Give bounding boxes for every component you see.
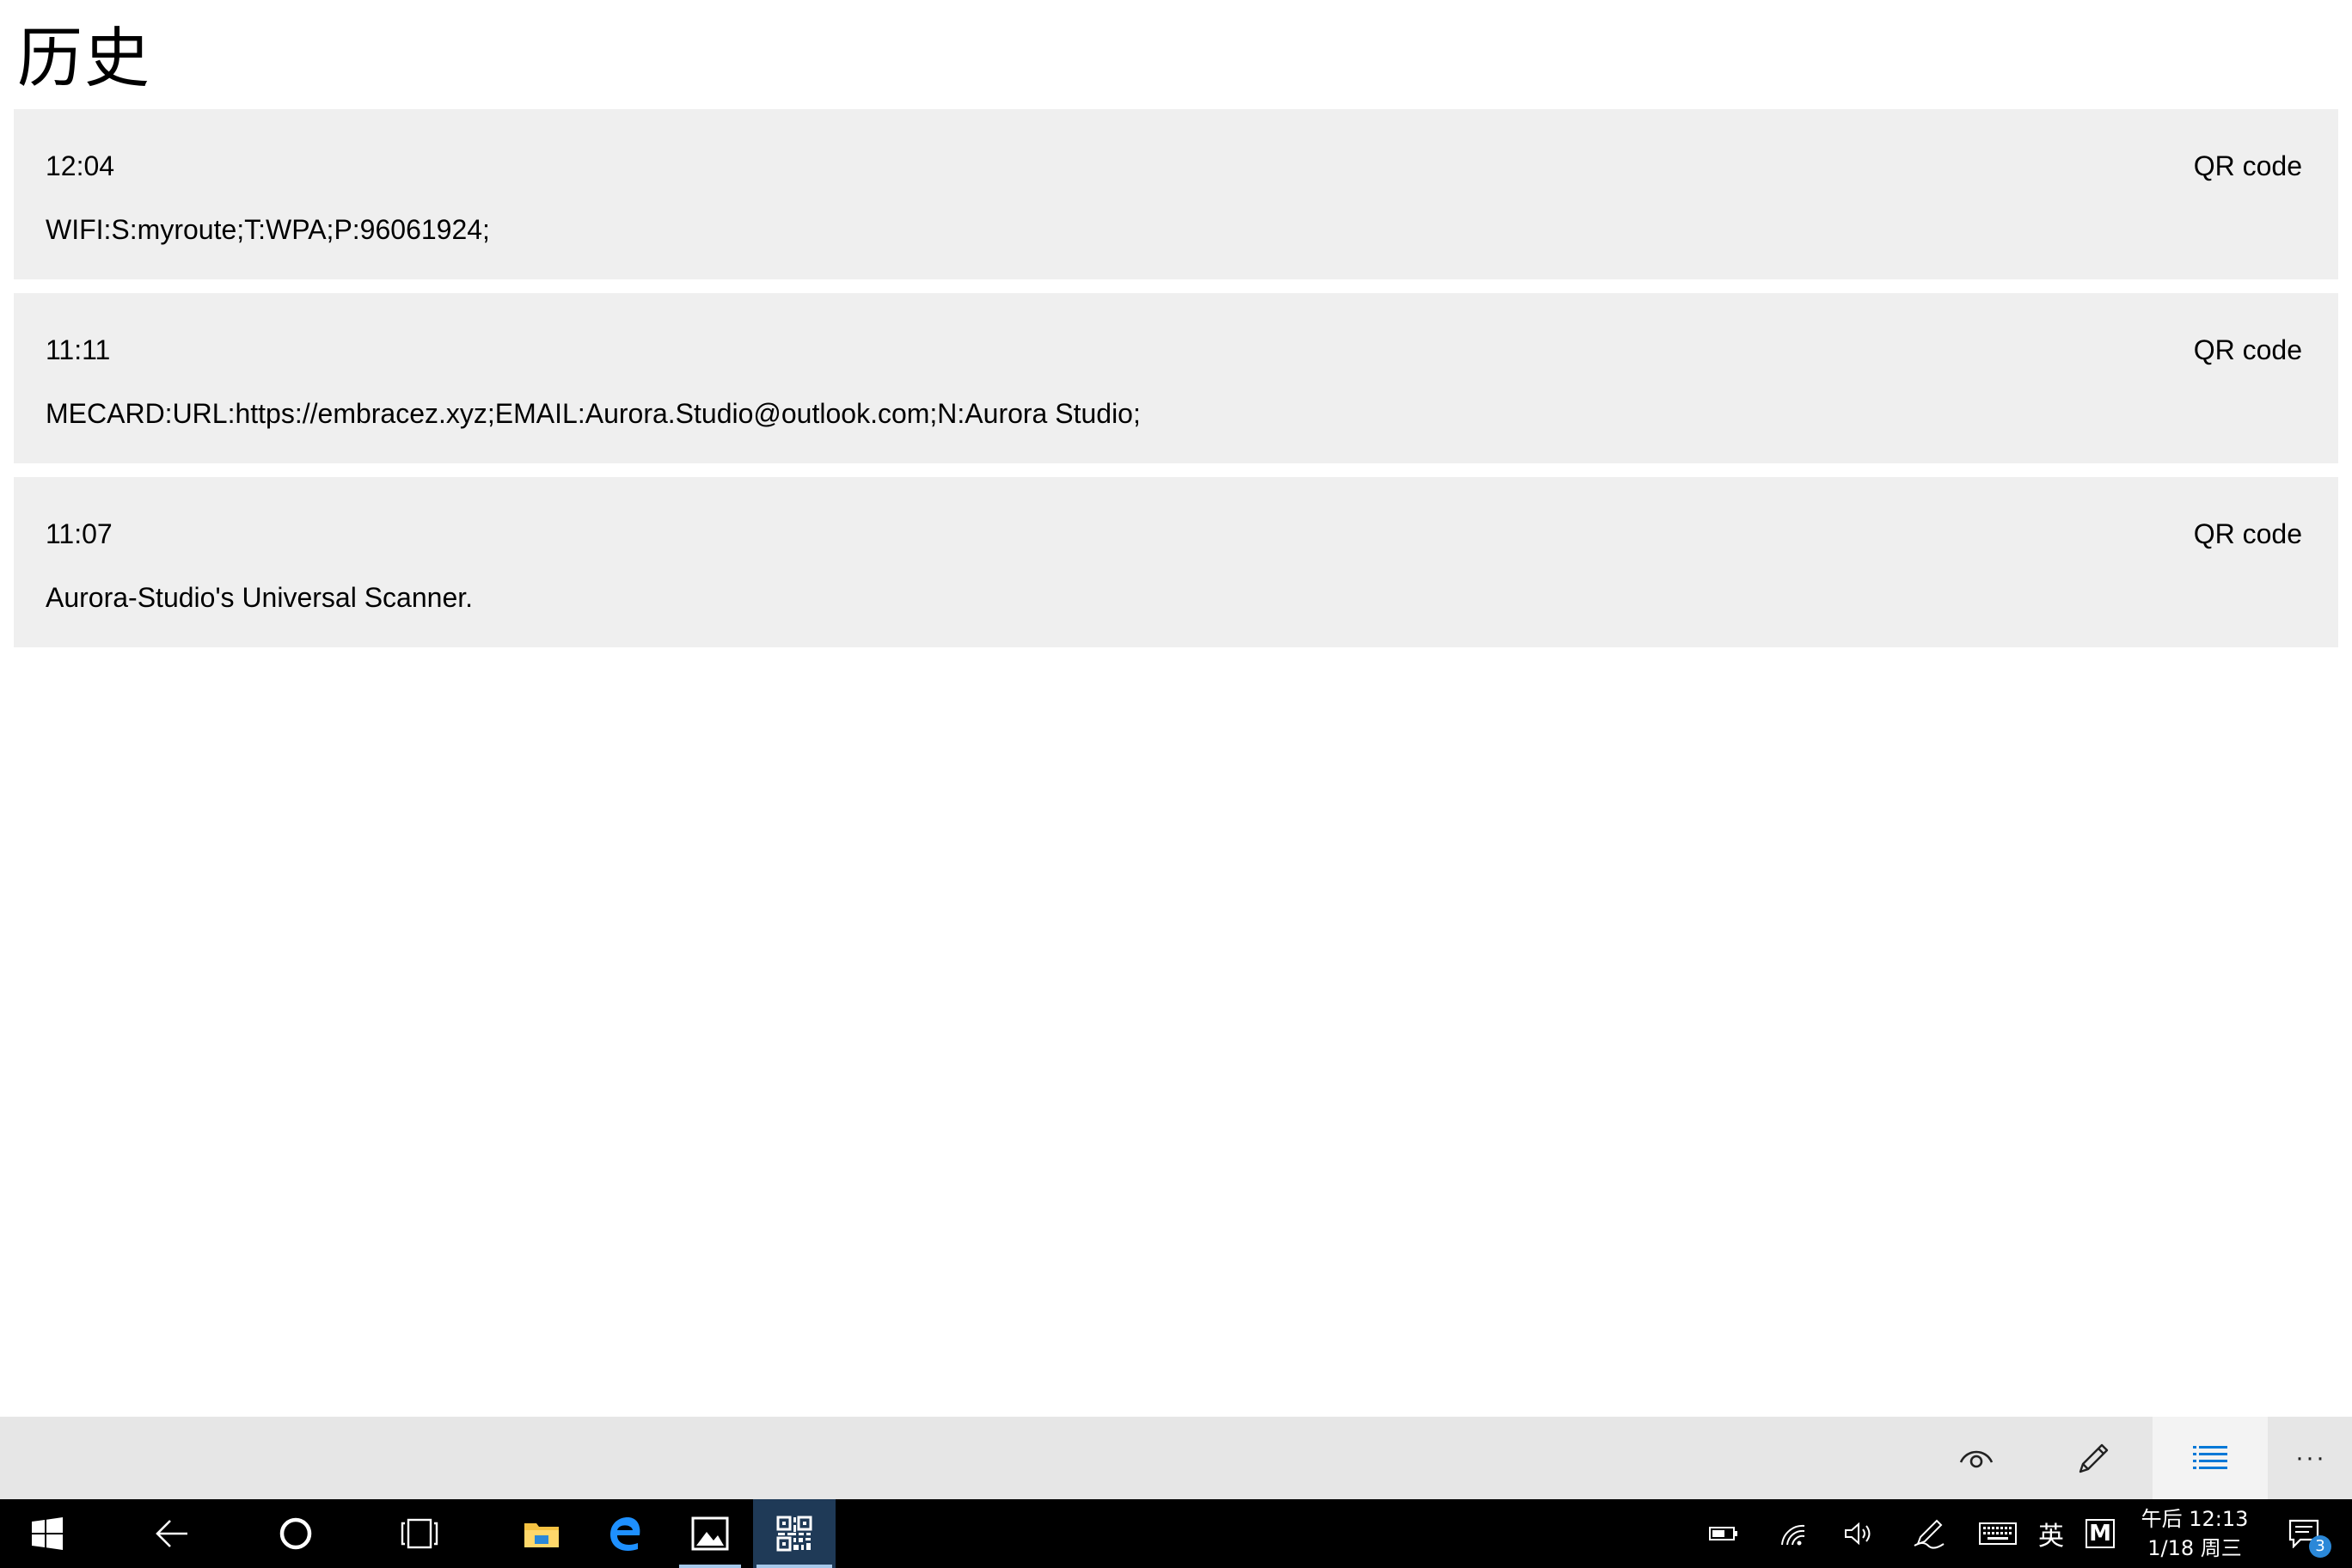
file-explorer-button[interactable] [507, 1499, 576, 1568]
taskbar: 英 M 午后 12:13 1/18 周三 3 [0, 1499, 2352, 1568]
input-language-button[interactable]: 英 [2032, 1499, 2070, 1568]
battery-icon [1709, 1527, 1737, 1540]
touch-keyboard-button[interactable] [1972, 1499, 2024, 1568]
wifi-icon [1781, 1524, 1805, 1546]
pen-workspace-button[interactable] [1903, 1499, 1955, 1568]
page-title: 历史 [17, 20, 151, 96]
preview-button[interactable] [1919, 1417, 2034, 1499]
photos-button[interactable] [676, 1499, 744, 1568]
history-item[interactable]: 11:07 QR code Aurora-Studio's Universal … [14, 477, 2338, 647]
history-item-time: 12:04 [46, 150, 115, 181]
history-item-type: QR code [2193, 150, 2302, 181]
pen-workspace-icon [1914, 1519, 1945, 1549]
history-item[interactable]: 12:04 QR code WIFI:S:myroute;T:WPA;P:960… [14, 109, 2338, 279]
ime-mode-icon: M [2086, 1519, 2115, 1548]
history-item-content: Aurora-Studio's Universal Scanner. [46, 582, 474, 613]
action-center-button[interactable]: 3 [2269, 1499, 2338, 1568]
history-item[interactable]: 11:11 QR code MECARD:URL:https://embrace… [14, 293, 2338, 463]
history-item-content: WIFI:S:myroute;T:WPA;P:96061924; [46, 214, 490, 245]
clock-time: 午后 12:13 [2141, 1507, 2249, 1531]
history-item-type: QR code [2193, 334, 2302, 365]
task-view-icon [401, 1518, 438, 1549]
photos-icon [691, 1516, 729, 1551]
battery-button[interactable] [1702, 1499, 1745, 1568]
cortana-circle-icon [279, 1517, 312, 1550]
edge-icon [610, 1517, 640, 1552]
history-item-time: 11:11 [46, 334, 111, 365]
edit-button[interactable] [2037, 1417, 2152, 1499]
start-button[interactable] [0, 1499, 95, 1568]
more-icon: ··· [2295, 1443, 2326, 1472]
pencil-icon [2079, 1443, 2109, 1473]
history-item-time: 11:07 [46, 518, 113, 549]
history-item-type: QR code [2193, 518, 2302, 549]
eye-icon [1959, 1450, 1994, 1468]
qr-scanner-icon [776, 1516, 812, 1552]
notification-count-badge: 3 [2309, 1535, 2331, 1558]
history-button[interactable] [2153, 1417, 2268, 1499]
task-view-button[interactable] [377, 1499, 462, 1568]
volume-button[interactable] [1834, 1499, 1883, 1568]
volume-icon [1845, 1522, 1871, 1546]
command-bar: ··· [0, 1417, 2352, 1499]
list-icon [2193, 1446, 2227, 1469]
history-list: 12:04 QR code WIFI:S:myroute;T:WPA;P:960… [14, 109, 2338, 661]
history-item-content: MECARD:URL:https://embracez.xyz;EMAIL:Au… [46, 398, 1141, 429]
clock-date: 1/18 周三 [2147, 1536, 2242, 1560]
ime-mode-button[interactable]: M [2079, 1499, 2122, 1568]
network-button[interactable] [1769, 1499, 1817, 1568]
back-button[interactable] [129, 1499, 215, 1568]
app-window: 历史 12:04 QR code WIFI:S:myroute;T:WPA;P:… [0, 0, 2352, 1499]
qr-scanner-button[interactable] [753, 1499, 836, 1568]
edge-button[interactable] [591, 1499, 660, 1568]
file-explorer-icon [524, 1523, 559, 1547]
back-arrow-icon [156, 1520, 187, 1547]
cortana-button[interactable] [253, 1499, 339, 1568]
windows-start-icon [32, 1517, 63, 1550]
ime-language-label: 英 [2038, 1522, 2064, 1552]
more-button[interactable]: ··· [2269, 1417, 2352, 1499]
clock[interactable]: 午后 12:13 1/18 周三 [2130, 1504, 2259, 1563]
keyboard-icon [1979, 1522, 2017, 1545]
